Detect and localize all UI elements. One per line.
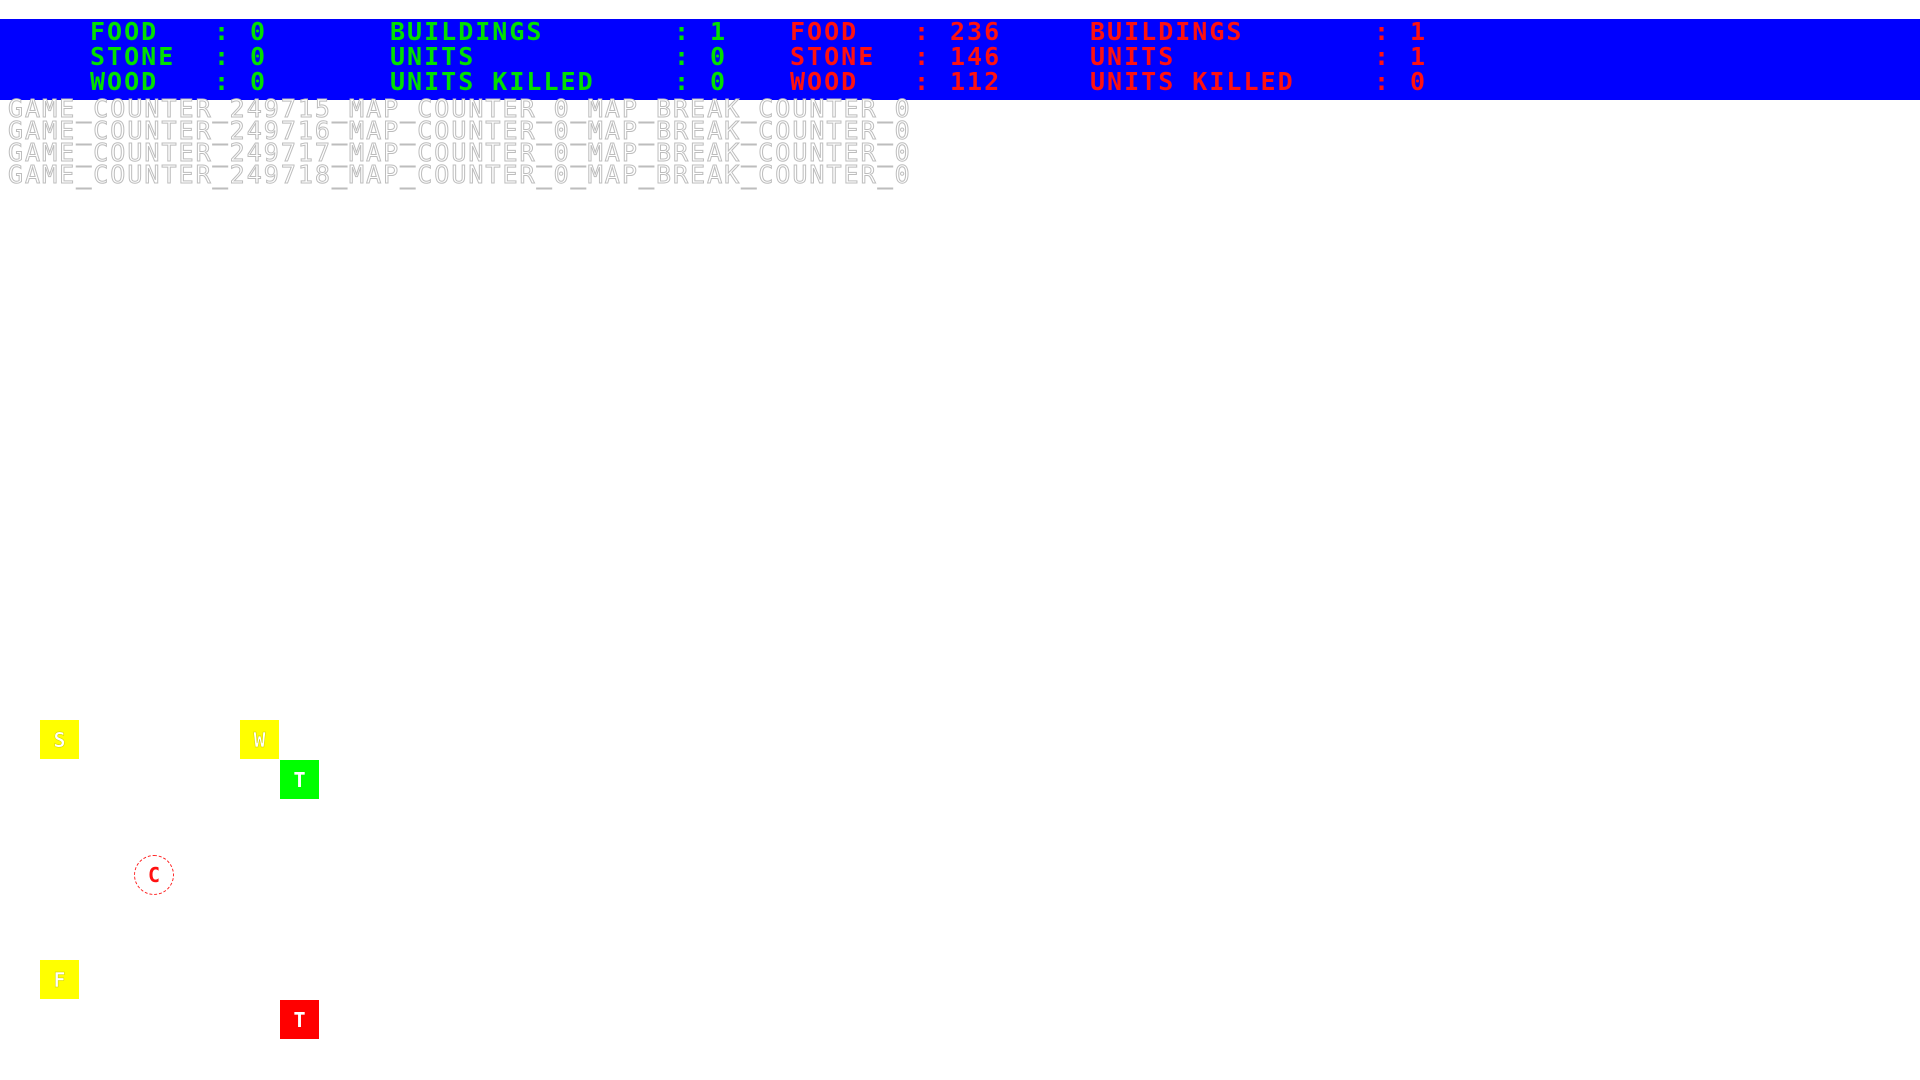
hud-bar: FOOD : 0 STONE : 0 WOOD : 0 BUILDINGS : … <box>0 19 1920 100</box>
p2-stone-value: 146 <box>950 42 1002 71</box>
p2-stone-sep: : <box>914 42 932 71</box>
p2-wood-sep: : <box>914 67 932 96</box>
p1-stone-value: 0 <box>250 42 268 71</box>
player2-town-center[interactable]: T <box>280 1000 319 1039</box>
p1-killed-label: UNITS KILLED <box>390 67 595 96</box>
p2-killed-sep: : <box>1374 67 1392 96</box>
p2-killed-label: UNITS KILLED <box>1090 67 1295 96</box>
p1-wood-value: 0 <box>250 67 268 96</box>
p2-buildings-sep: : <box>1374 17 1392 46</box>
p2-food-sep: : <box>914 17 932 46</box>
stone-resource-tile[interactable]: S <box>40 720 79 759</box>
p2-buildings-value: 1 <box>1410 17 1428 46</box>
debug-line: GAME_COUNTER_249718_MAP_COUNTER_0_MAP_BR… <box>8 160 912 189</box>
p1-buildings-label: BUILDINGS <box>390 17 544 46</box>
p2-wood-value: 112 <box>950 67 1002 96</box>
p2-units-value: 1 <box>1410 42 1428 71</box>
p2-food-label: FOOD <box>790 17 859 46</box>
p2-stone-label: STONE <box>790 42 876 71</box>
p1-units-label: UNITS <box>390 42 476 71</box>
p1-wood-label: WOOD <box>90 67 159 96</box>
p2-units-sep: : <box>1374 42 1392 71</box>
p1-wood-sep: : <box>214 67 232 96</box>
p1-food-label: FOOD <box>90 17 159 46</box>
player2-unit[interactable]: C <box>134 855 174 895</box>
p2-wood-label: WOOD <box>790 67 859 96</box>
p2-units-label: UNITS <box>1090 42 1176 71</box>
p2-food-value: 236 <box>950 17 1002 46</box>
p1-units-sep: : <box>674 42 692 71</box>
wood-resource-tile[interactable]: W <box>240 720 279 759</box>
p1-buildings-value: 1 <box>710 17 728 46</box>
p1-units-value: 0 <box>710 42 728 71</box>
p1-food-sep: : <box>214 17 232 46</box>
p2-killed-value: 0 <box>1410 67 1428 96</box>
p1-killed-sep: : <box>674 67 692 96</box>
p1-food-value: 0 <box>250 17 268 46</box>
p1-stone-sep: : <box>214 42 232 71</box>
p1-killed-value: 0 <box>710 67 728 96</box>
p1-buildings-sep: : <box>674 17 692 46</box>
p1-stone-label: STONE <box>90 42 176 71</box>
p2-buildings-label: BUILDINGS <box>1090 17 1244 46</box>
food-resource-tile[interactable]: F <box>40 960 79 999</box>
player1-town-center[interactable]: T <box>280 760 319 799</box>
